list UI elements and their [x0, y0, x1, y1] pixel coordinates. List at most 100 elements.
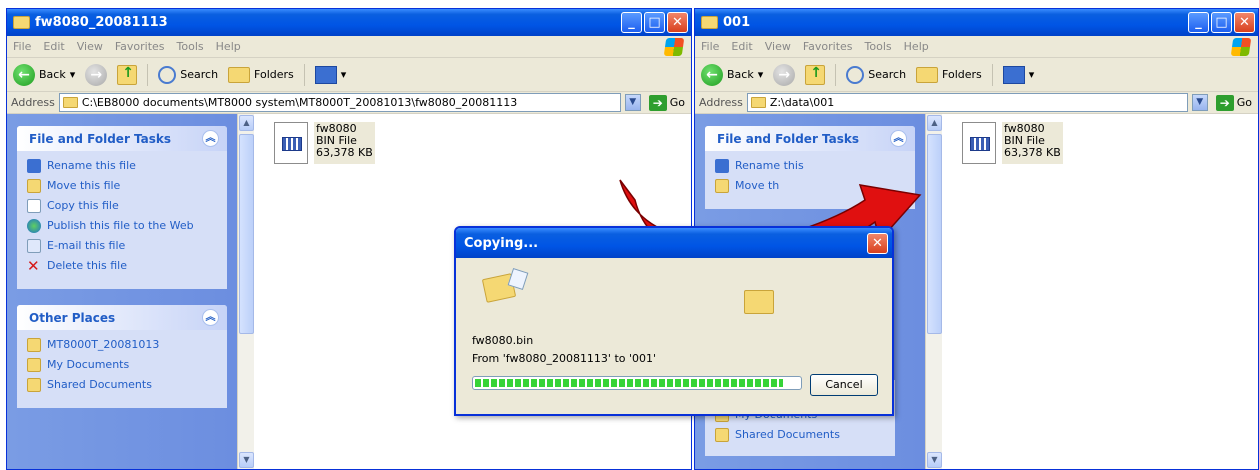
folders-button[interactable]: Folders — [228, 66, 294, 83]
task-label: Delete this file — [47, 259, 127, 272]
file-item-fw8080[interactable]: fw8080 BIN File 63,378 KB — [274, 122, 375, 164]
file-folder-tasks-panel: File and Folder Tasks ︽ Rename this file… — [17, 126, 227, 289]
maximize-button[interactable]: □ — [1211, 12, 1232, 33]
views-button[interactable]: ▾ — [314, 65, 346, 84]
address-dropdown-button[interactable]: ▼ — [624, 94, 641, 111]
address-dropdown-button[interactable]: ▼ — [1191, 94, 1208, 111]
globe-icon — [27, 219, 41, 233]
windows-logo-icon — [1230, 38, 1252, 56]
close-button[interactable]: ✕ — [667, 12, 688, 33]
up-folder-button[interactable] — [117, 64, 138, 85]
back-label: Back — [39, 68, 66, 81]
back-label: Back — [727, 68, 754, 81]
panel-header[interactable]: File and Folder Tasks ︽ — [705, 126, 915, 151]
maximize-button[interactable]: □ — [644, 12, 665, 33]
search-button[interactable]: Search — [158, 65, 218, 84]
collapse-chevron-icon[interactable]: ︽ — [202, 309, 219, 326]
task-delete[interactable]: ✕ Delete this file — [27, 259, 217, 274]
shared-folder-icon — [27, 378, 41, 392]
place-shared-documents[interactable]: Shared Documents — [715, 428, 885, 442]
menu-favorites[interactable]: Favorites — [115, 40, 165, 53]
place-label: Shared Documents — [735, 428, 840, 441]
menu-view[interactable]: View — [765, 40, 791, 53]
menu-file[interactable]: File — [701, 40, 719, 53]
views-button[interactable]: ▾ — [1002, 65, 1034, 84]
go-label: Go — [669, 96, 685, 109]
folders-button[interactable]: Folders — [916, 66, 982, 83]
menu-help[interactable]: Help — [904, 40, 929, 53]
forward-button[interactable]: → — [85, 63, 108, 86]
menu-tools[interactable]: Tools — [177, 40, 204, 53]
go-button[interactable]: ➔ Go — [648, 94, 685, 111]
place-shared-documents[interactable]: Shared Documents — [27, 378, 217, 392]
search-label: Search — [868, 68, 907, 81]
toolbar: ← Back ▾ → Search Folders ▾ — [7, 58, 691, 92]
menu-view[interactable]: View — [77, 40, 103, 53]
menu-tools[interactable]: Tools — [865, 40, 892, 53]
scroll-down-arrow-icon[interactable]: ▼ — [239, 452, 254, 468]
copying-dialog: Copying... ✕ fw8080.bin From 'fw8080_200… — [454, 226, 894, 416]
menu-edit[interactable]: Edit — [43, 40, 64, 53]
scroll-down-arrow-icon[interactable]: ▼ — [927, 452, 942, 468]
menu-edit[interactable]: Edit — [731, 40, 752, 53]
address-text: Z:\data\001 — [769, 96, 835, 109]
bin-file-icon — [274, 122, 308, 164]
task-copy[interactable]: Copy this file — [27, 199, 217, 213]
minimize-button[interactable]: _ — [1188, 12, 1209, 33]
file-details: fw8080 BIN File 63,378 KB — [314, 122, 375, 164]
menu-bar: File Edit View Favorites Tools Help — [695, 36, 1258, 58]
folder-icon — [750, 97, 766, 108]
file-details: fw8080 BIN File 63,378 KB — [1002, 122, 1063, 164]
other-places-panel: Other Places ︽ MT8000T_20081013 My Docum… — [17, 305, 227, 408]
toolbar-separator — [147, 63, 149, 86]
place-my-documents[interactable]: My Documents — [27, 358, 217, 372]
dropdown-arrow-icon[interactable]: ▾ — [758, 68, 764, 81]
folders-icon — [228, 66, 251, 83]
scroll-up-arrow-icon[interactable]: ▲ — [927, 115, 942, 131]
scroll-up-arrow-icon[interactable]: ▲ — [239, 115, 254, 131]
task-pane-scrollbar[interactable]: ▲ ▼ — [237, 114, 254, 469]
dialog-close-button[interactable]: ✕ — [867, 232, 888, 254]
close-button[interactable]: ✕ — [1234, 12, 1255, 33]
dialog-title-bar[interactable]: Copying... ✕ — [456, 228, 892, 258]
go-arrow-icon: ➔ — [648, 94, 667, 111]
copy-progress-bar — [472, 376, 802, 390]
minimize-button[interactable]: _ — [621, 12, 642, 33]
menu-help[interactable]: Help — [216, 40, 241, 53]
dropdown-arrow-icon[interactable]: ▾ — [70, 68, 76, 81]
place-mt8000t[interactable]: MT8000T_20081013 — [27, 338, 217, 352]
search-button[interactable]: Search — [846, 65, 907, 84]
address-input[interactable]: Z:\data\001 — [746, 93, 1188, 112]
up-folder-button[interactable] — [805, 64, 826, 85]
panel-header[interactable]: File and Folder Tasks ︽ — [17, 126, 227, 151]
collapse-chevron-icon[interactable]: ︽ — [202, 130, 219, 147]
menu-favorites[interactable]: Favorites — [803, 40, 853, 53]
file-item-fw8080[interactable]: fw8080 BIN File 63,378 KB — [962, 122, 1063, 164]
forward-button[interactable]: → — [773, 63, 796, 86]
back-button[interactable]: ← Back ▾ — [701, 63, 764, 86]
task-email[interactable]: E-mail this file — [27, 239, 217, 253]
collapse-chevron-icon[interactable]: ︽ — [890, 130, 907, 147]
title-bar[interactable]: fw8080_20081113 _ □ ✕ — [7, 9, 691, 36]
scroll-thumb[interactable] — [239, 134, 254, 334]
cancel-button[interactable]: Cancel — [810, 374, 878, 396]
address-input[interactable]: C:\EB8000 documents\MT8000 system\MT8000… — [58, 93, 621, 112]
task-move[interactable]: Move this file — [27, 179, 217, 193]
file-size: 63,378 KB — [316, 146, 373, 159]
back-button[interactable]: ← Back ▾ — [13, 63, 76, 86]
shared-folder-icon — [715, 428, 729, 442]
folder-icon — [701, 16, 718, 29]
folders-label: Folders — [254, 68, 294, 81]
menu-file[interactable]: File — [13, 40, 31, 53]
folders-label: Folders — [942, 68, 982, 81]
task-publish[interactable]: Publish this file to the Web — [27, 219, 217, 233]
title-bar[interactable]: 001 _ □ ✕ — [695, 9, 1258, 36]
bin-file-icon — [962, 122, 996, 164]
email-icon — [27, 239, 41, 253]
panel-header[interactable]: Other Places ︽ — [17, 305, 227, 330]
dialog-title: Copying... — [464, 235, 539, 251]
toolbar: ← Back ▾ → Search Folders ▾ — [695, 58, 1258, 92]
go-button[interactable]: ➔ Go — [1215, 94, 1252, 111]
file-size: 63,378 KB — [1004, 146, 1061, 159]
task-rename[interactable]: Rename this file — [27, 159, 217, 173]
